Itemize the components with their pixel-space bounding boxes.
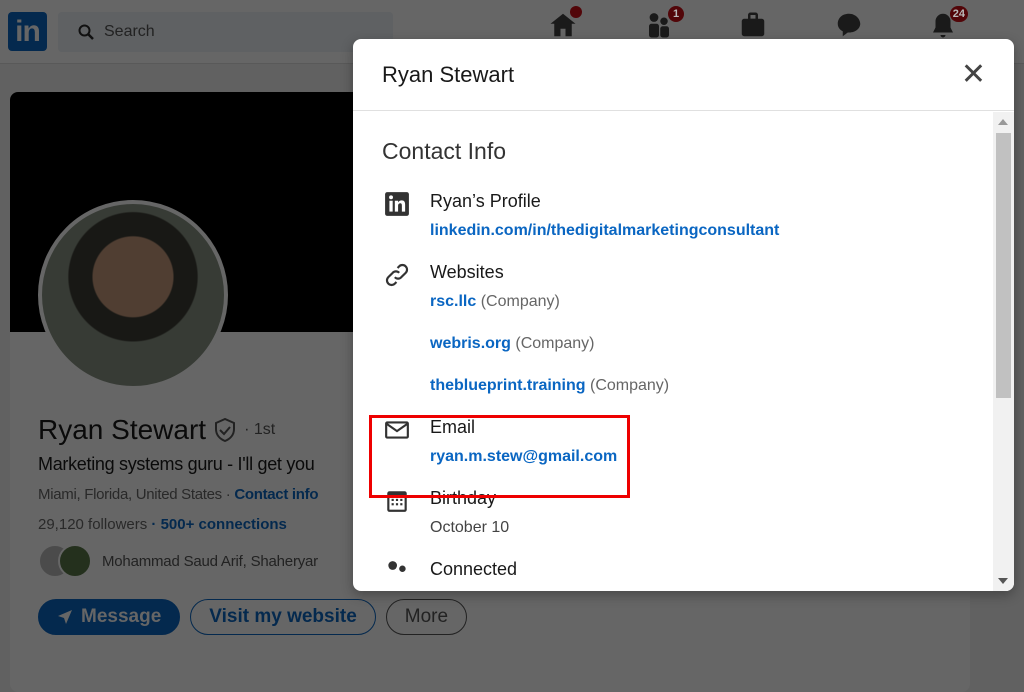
mutual-connections[interactable]: Mohammad Saud Arif, Shaheryar (38, 544, 318, 578)
websites-section: Websites rsc.llc (Company) webris.org (C… (382, 262, 993, 395)
avatar[interactable] (38, 200, 228, 390)
website-item: rsc.llc (Company) (430, 293, 993, 311)
website-item: theblueprint.training (Company) (430, 377, 993, 395)
scroll-up-arrow-icon[interactable] (998, 119, 1008, 125)
nav-network[interactable]: 1 (644, 6, 684, 40)
website-type: (Company) (480, 293, 560, 310)
mutual-names: Mohammad Saud Arif, Shaheryar (102, 552, 318, 570)
scroll-down-arrow-icon[interactable] (998, 578, 1008, 584)
scrollbar-thumb[interactable] (996, 133, 1011, 398)
followers-count: 29,120 followers (38, 516, 148, 533)
message-label: Message (81, 606, 162, 627)
profile-url-link[interactable]: linkedin.com/in/thedigitalmarketingconsu… (430, 222, 993, 240)
nav-messaging[interactable] (834, 10, 864, 40)
websites-label: Websites (430, 262, 504, 282)
connections-link[interactable]: · 500+ connections (151, 516, 286, 533)
modal-scrollbar[interactable] (993, 112, 1014, 591)
contact-info-modal: Ryan Stewart ✕ Contact Info Ryan’s Profil… (353, 39, 1014, 591)
website-type: (Company) (590, 377, 670, 394)
more-button[interactable]: More (385, 599, 468, 635)
contact-info-heading: Contact Info (382, 138, 507, 164)
profile-name: Ryan Stewart · 1st (38, 414, 275, 446)
linkedin-logo[interactable]: in (8, 12, 47, 51)
profile-headline: Marketing systems guru - I'll get you (38, 454, 315, 474)
search-icon (78, 24, 94, 40)
verified-shield-icon (215, 418, 236, 442)
messaging-icon (837, 13, 861, 37)
email-highlight-box (369, 415, 630, 498)
send-icon (58, 610, 72, 624)
contact-info-link[interactable]: Contact info (234, 486, 318, 503)
birthday-value: October 10 (430, 519, 510, 536)
home-badge (570, 6, 582, 18)
connected-section: Connected (382, 559, 993, 580)
jobs-icon (741, 12, 765, 37)
nav-jobs[interactable] (738, 10, 768, 40)
website-type: (Company) (515, 335, 595, 352)
search-input[interactable]: Search (58, 12, 393, 52)
notifications-badge: 24 (949, 6, 968, 22)
website-link[interactable]: theblueprint.training (430, 377, 586, 394)
website-item: webris.org (Company) (430, 335, 993, 353)
profile-label: Ryan’s Profile (430, 191, 541, 211)
message-button[interactable]: Message (38, 599, 181, 635)
name-text: Ryan Stewart (38, 414, 207, 445)
search-placeholder: Search (104, 23, 155, 40)
visit-website-button[interactable]: Visit my website (190, 599, 376, 635)
location-text: Miami, Florida, United States · (38, 486, 231, 503)
linkedin-icon (385, 192, 409, 216)
link-icon (385, 263, 409, 287)
profile-location: Miami, Florida, United States · Contact … (38, 486, 319, 503)
modal-title: Ryan Stewart (382, 61, 515, 87)
mutual-avatar (58, 544, 92, 578)
close-icon[interactable]: ✕ (961, 59, 986, 90)
network-badge: 1 (668, 6, 684, 22)
profile-stats: 29,120 followers · 500+ connections (38, 516, 287, 533)
nav-notifications[interactable]: 24 (928, 6, 968, 40)
website-link[interactable]: webris.org (430, 335, 511, 352)
nav-home[interactable] (548, 6, 582, 40)
people-icon (388, 561, 406, 572)
profile-section: Ryan’s Profile linkedin.com/in/thedigita… (382, 191, 993, 240)
website-link[interactable]: rsc.llc (430, 293, 476, 310)
connected-label: Connected (430, 559, 518, 579)
connection-degree: · 1st (244, 421, 276, 438)
